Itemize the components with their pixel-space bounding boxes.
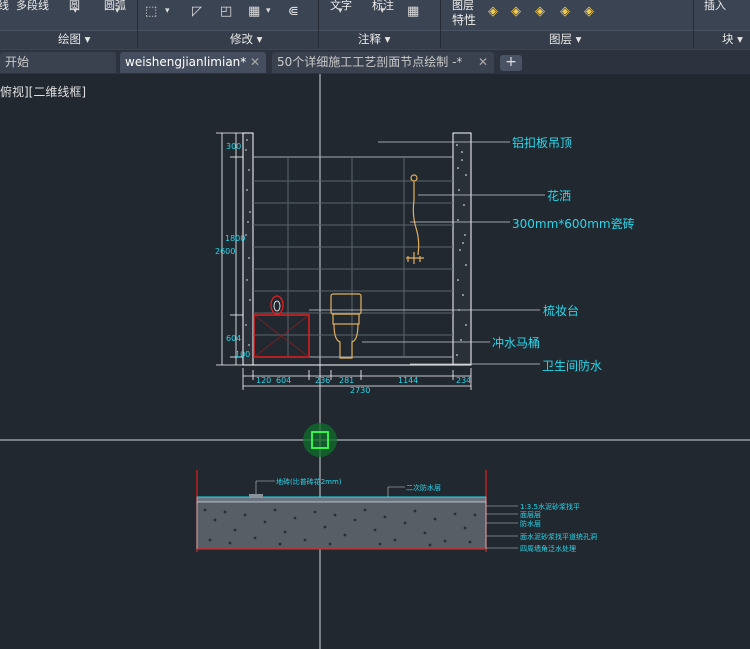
chevron-down-icon[interactable]: ▾ xyxy=(266,6,271,16)
separator xyxy=(693,0,694,48)
label-bond-layer[interactable]: 面层层 xyxy=(520,511,541,519)
layer-icon[interactable]: ◈ xyxy=(511,4,521,19)
scale-icon[interactable]: ◰ xyxy=(220,4,232,19)
dim-text: 2600 xyxy=(215,247,235,256)
line-tool[interactable]: 线 xyxy=(0,0,9,13)
block-panel-label[interactable]: 块 ▾ xyxy=(722,31,743,47)
dim-text: 1144 xyxy=(398,376,418,385)
wall-hatch xyxy=(245,139,467,356)
shower[interactable] xyxy=(406,174,424,264)
lock-icon[interactable]: ◈ xyxy=(560,4,570,19)
dim-text: 100 xyxy=(235,350,250,359)
tab-50-sections[interactable]: 50个详细施工工艺剖面节点绘制 -* ✕ xyxy=(272,52,494,73)
layer-icon[interactable]: ◈ xyxy=(488,4,498,19)
chevron-down-icon[interactable]: ▾ xyxy=(165,6,170,16)
ribbon: 线 多段线 圆 圆弧 ▾ ▾ ⬚ ▾ ◸ ◰ ▦ ▾ ⋐ 文字 标注 ▾ ▾ ▦… xyxy=(0,0,750,50)
leader-lines xyxy=(309,141,545,365)
close-icon[interactable]: ✕ xyxy=(478,52,488,73)
ucs-marker xyxy=(303,423,337,457)
dim-text: 604 xyxy=(226,334,241,343)
label-shower[interactable]: 花洒 xyxy=(547,188,571,203)
ribbon-tools: 线 多段线 圆 圆弧 ▾ ▾ ⬚ ▾ ◸ ◰ ▦ ▾ ⋐ 文字 标注 ▾ ▾ ▦… xyxy=(0,0,750,30)
chevron-down-icon[interactable]: ▾ xyxy=(338,6,343,16)
chevron-down-icon[interactable]: ▾ xyxy=(115,6,120,16)
tab-label: 开始 xyxy=(5,55,30,69)
table-icon[interactable]: ▦ xyxy=(407,4,419,19)
label-leveling[interactable]: 面水泥砂浆找平道统孔洞 xyxy=(520,532,597,541)
separator xyxy=(440,0,441,48)
label-toilet[interactable]: 冲水马桶 xyxy=(492,335,540,350)
polyline-tool[interactable]: 多段线 xyxy=(16,0,49,13)
drawing-canvas[interactable]: 铝扣板吊顶 花洒 300mm*600mm瓷砖 梳妆台 冲水马桶 卫生间防水 30… xyxy=(0,74,750,649)
hatch-icon[interactable]: ⬚ xyxy=(145,4,157,19)
floor-section[interactable]: 地砖(比普砖花2mm) 二次防水层 1:3.5水泥砂浆找平 面层层 防水层 面水… xyxy=(196,470,597,553)
modify-panel-label[interactable]: 修改 ▾ xyxy=(230,31,262,47)
label-vanity[interactable]: 梳妆台 xyxy=(543,303,579,318)
dim-text: 234 xyxy=(456,376,471,385)
separator xyxy=(137,0,138,48)
layers-panel-label[interactable]: 图层 ▾ xyxy=(549,31,581,47)
dim-text: 2730 xyxy=(350,386,370,395)
chevron-down-icon[interactable]: ▾ xyxy=(380,6,385,16)
layer-icon[interactable]: ◈ xyxy=(584,4,594,19)
vanity[interactable] xyxy=(253,295,310,358)
dim-text: 1800 xyxy=(225,234,245,243)
label-edge-treatment[interactable]: 四周墙角泛水处理 xyxy=(520,544,576,553)
tile-grid xyxy=(253,157,453,357)
chevron-down-icon[interactable]: ▾ xyxy=(73,6,78,16)
label-second-waterproof[interactable]: 二次防水层 xyxy=(406,483,441,492)
annotation-panel-label[interactable]: 注释 ▾ xyxy=(358,31,390,47)
mirror-icon[interactable]: ◸ xyxy=(192,4,202,19)
dim-text: 604 xyxy=(276,376,291,385)
annotation-labels: 铝扣板吊顶 花洒 300mm*600mm瓷砖 梳妆台 冲水马桶 卫生间防水 xyxy=(492,135,635,373)
dim-text: 281 xyxy=(339,376,354,385)
label-floor-tile[interactable]: 地砖(比普砖花2mm) xyxy=(276,477,342,486)
label-tile[interactable]: 300mm*600mm瓷砖 xyxy=(512,216,635,231)
horizontal-dimension-text: 120 604 236 281 1144 234 2730 xyxy=(256,376,471,395)
draw-panel-label[interactable]: 绘图 ▾ xyxy=(58,31,90,47)
insert-block-button[interactable]: 插入 xyxy=(704,0,726,13)
close-icon[interactable]: ✕ xyxy=(250,52,260,73)
separator xyxy=(318,0,319,48)
label-cement-mortar[interactable]: 1:3.5水泥砂浆找平 xyxy=(520,502,580,511)
dim-text: 236 xyxy=(315,376,330,385)
dim-text: 300 xyxy=(226,142,241,151)
new-tab-button[interactable]: + xyxy=(500,55,522,71)
tab-label: 50个详细施工工艺剖面节点绘制 -* xyxy=(277,55,463,69)
toilet[interactable] xyxy=(330,293,362,359)
array-icon[interactable]: ▦ xyxy=(248,4,260,19)
label-ceiling[interactable]: 铝扣板吊顶 xyxy=(512,135,572,150)
tab-weishengjianlimian[interactable]: weishengjianlimian* ✕ xyxy=(120,52,266,73)
tab-label: weishengjianlimian* xyxy=(125,55,247,69)
dim-text: 120 xyxy=(256,376,271,385)
label-waterproof-layer[interactable]: 防水层 xyxy=(520,519,541,528)
label-waterproof[interactable]: 卫生间防水 xyxy=(542,358,602,373)
left-wall xyxy=(242,132,254,366)
offset-icon[interactable]: ⋐ xyxy=(288,4,299,19)
layer-icon[interactable]: ◈ xyxy=(535,4,545,19)
bathroom-elevation[interactable]: 铝扣板吊顶 花洒 300mm*600mm瓷砖 梳妆台 冲水马桶 卫生间防水 30… xyxy=(215,132,635,395)
tab-start[interactable]: 开始 xyxy=(0,52,116,73)
right-wall xyxy=(452,132,472,366)
properties-label[interactable]: 特性 xyxy=(452,11,476,28)
